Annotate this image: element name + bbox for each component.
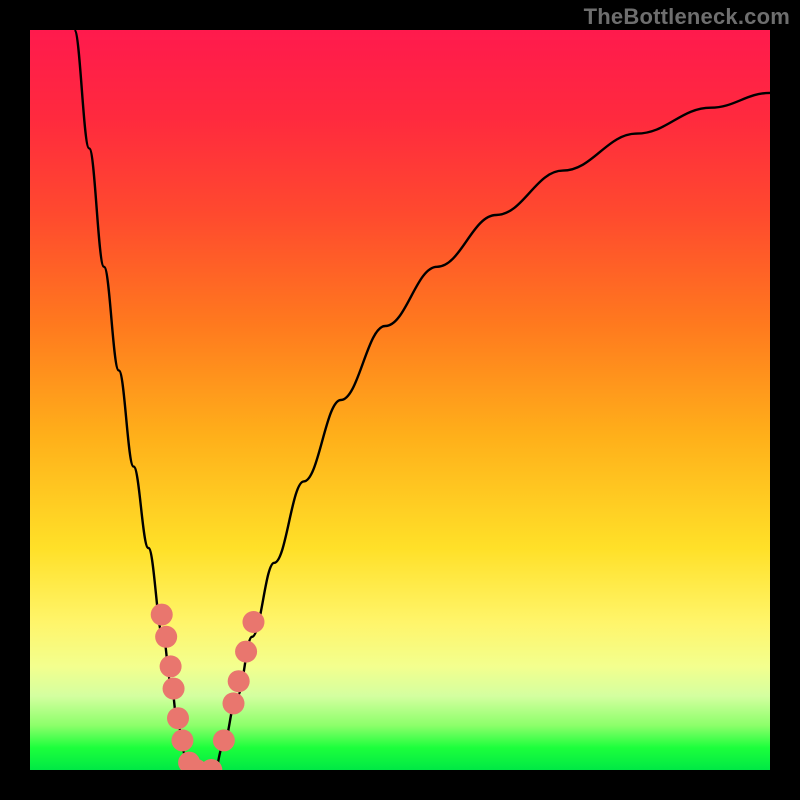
- chart-stage: TheBottleneck.com: [0, 0, 800, 800]
- curve-layer: [30, 30, 770, 770]
- marker-dot: [160, 655, 182, 677]
- marker-dot: [242, 611, 264, 633]
- marker-dot: [235, 641, 257, 663]
- marker-dot: [213, 729, 235, 751]
- marker-dot: [167, 707, 189, 729]
- marker-group: [151, 604, 265, 770]
- marker-dot: [163, 678, 185, 700]
- marker-dot: [155, 626, 177, 648]
- watermark-text: TheBottleneck.com: [584, 4, 790, 30]
- marker-dot: [223, 692, 245, 714]
- marker-dot: [228, 670, 250, 692]
- curve-right-path: [215, 93, 770, 770]
- marker-dot: [171, 729, 193, 751]
- plot-area: [30, 30, 770, 770]
- marker-dot: [151, 604, 173, 626]
